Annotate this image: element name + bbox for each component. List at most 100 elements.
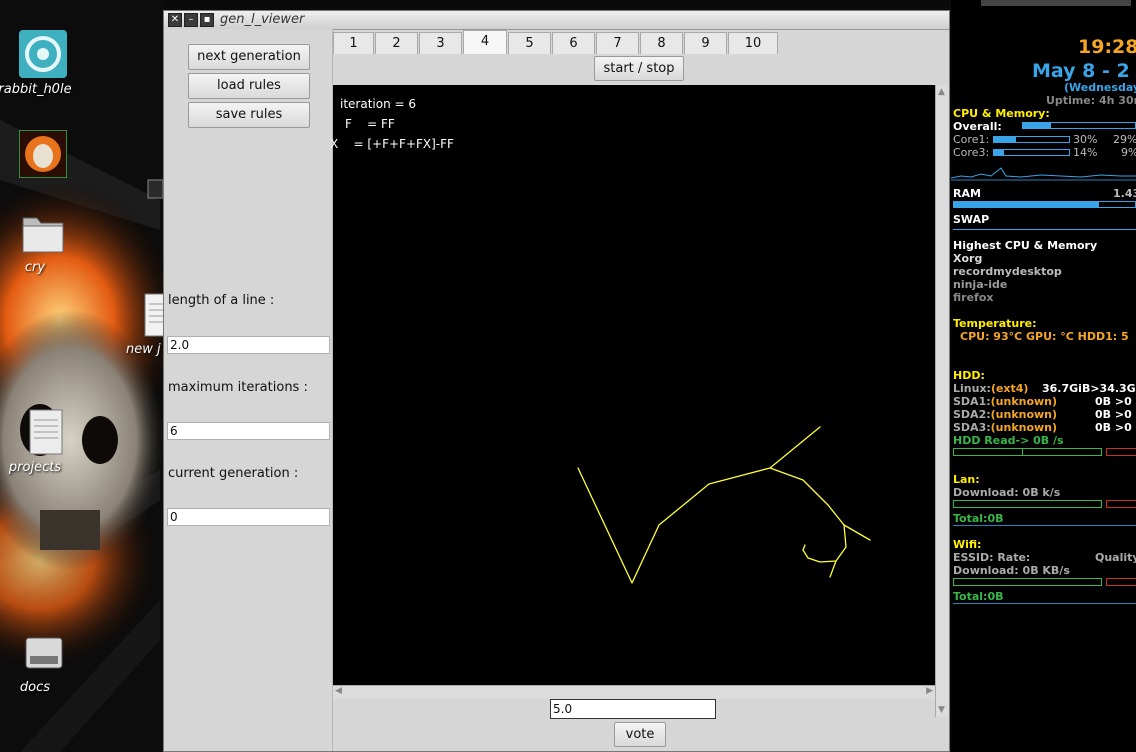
tray-strip — [981, 0, 1131, 6]
scroll-down-icon[interactable]: ▼ — [938, 705, 945, 715]
sda1-label: SDA1: — [953, 395, 991, 408]
core1-label: Core1: — [953, 133, 990, 146]
hdd-write-graph — [1106, 448, 1136, 456]
max-iterations-label: maximum iterations : — [168, 380, 308, 395]
scroll-up-icon[interactable]: ▲ — [938, 87, 945, 97]
lsystem-drawing — [577, 426, 871, 584]
lan-divider — [953, 525, 1136, 526]
linux-label: Linux:(ext4) — [953, 382, 1028, 395]
scroll-right-icon[interactable]: ▶ — [926, 686, 933, 696]
desktop-icon-rabbit-h0le[interactable]: rabbit_h0le — [0, 30, 75, 97]
process-1: Xorg — [953, 252, 983, 265]
ram-value: 1.43 — [1113, 187, 1136, 200]
tab-9[interactable]: 9 — [684, 32, 727, 54]
ram-bar — [953, 201, 1136, 208]
temperature-header: Temperature: — [953, 317, 1037, 330]
sda2-value: 0B >0 — [1095, 408, 1132, 421]
hdd-read: HDD Read-> 0B /s — [953, 434, 1064, 447]
vertical-scrollbar[interactable]: ▲ ▼ — [935, 85, 949, 717]
hdd-header: HDD: — [953, 369, 985, 382]
folder-icon — [22, 217, 64, 253]
sda1-fs: (unknown) — [990, 395, 1058, 408]
current-generation-field[interactable]: 0 — [167, 508, 330, 526]
wifi-divider — [953, 603, 1136, 604]
process-4: firefox — [953, 291, 994, 304]
sda3-label: SDA3: — [953, 421, 991, 434]
tab-6[interactable]: 6 — [552, 32, 595, 54]
wifi-quality: Quality — [1095, 551, 1136, 564]
core3-label: Core3: — [953, 146, 990, 159]
desktop-icon-label: docs — [19, 680, 51, 695]
cpu-memory-header: CPU & Memory: — [953, 107, 1050, 120]
lan-upload-graph — [1106, 500, 1136, 508]
tab-8[interactable]: 8 — [640, 32, 683, 54]
max-iterations-field[interactable]: 6 — [167, 422, 330, 440]
tab-2[interactable]: 2 — [375, 32, 418, 54]
clock-time: 19:28 — [1078, 36, 1136, 58]
horizontal-scrollbar[interactable]: ◀ ▶ — [333, 685, 935, 699]
desktop-icon-image[interactable] — [0, 129, 75, 182]
sda2-fs: (unknown) — [990, 408, 1058, 421]
maximize-icon[interactable]: ▪ — [200, 13, 214, 27]
start-stop-button[interactable]: start / stop — [594, 56, 684, 81]
wifi-download-graph — [953, 578, 1102, 586]
window-titlebar[interactable]: ✕ – ▪ gen_l_viewer — [164, 11, 949, 30]
lsystem-branch — [802, 544, 806, 551]
next-generation-button[interactable]: next generation — [188, 44, 310, 70]
desktop-icon-label: new j — [126, 342, 161, 357]
uptime: Uptime: 4h 30n — [1046, 94, 1136, 107]
system-monitor-panel: 19:28 May 8 - 2 (Wednesday Uptime: 4h 30… — [951, 0, 1136, 752]
save-rules-button[interactable]: save rules — [188, 102, 310, 128]
tab-10[interactable]: 10 — [728, 32, 778, 54]
minimize-icon[interactable]: – — [184, 13, 198, 27]
linux-name: Linux: — [953, 382, 991, 395]
scroll-left-icon[interactable]: ◀ — [335, 686, 342, 696]
lsystem-branch — [843, 524, 871, 541]
core1-value: 30% — [1073, 133, 1098, 146]
tab-3[interactable]: 3 — [419, 32, 462, 54]
highest-header: Highest CPU & Memory — [953, 239, 1098, 252]
sda2-label: SDA2: — [953, 408, 991, 421]
close-icon[interactable]: ✕ — [168, 13, 182, 27]
clock-date: May 8 - 2 — [1032, 60, 1130, 82]
core2-value: 29% — [1113, 133, 1136, 146]
drive-icon — [25, 637, 63, 669]
line-length-field[interactable]: 2.0 — [167, 336, 330, 354]
desktop-icon-label: cry — [24, 260, 46, 275]
overall-bar — [1022, 122, 1136, 129]
desktop-icon-label: rabbit_h0le — [0, 82, 72, 97]
lan-download-graph — [953, 500, 1102, 508]
load-rules-button[interactable]: load rules — [188, 73, 310, 99]
weekday: (Wednesday — [1064, 81, 1136, 94]
flaming-skull-icon — [18, 129, 68, 179]
wifi-essid: ESSID: Rate: — [953, 551, 1031, 564]
linux-fs: (ext4) — [990, 382, 1029, 395]
tab-4[interactable]: 4 — [463, 30, 507, 54]
core3-bar — [993, 149, 1070, 156]
sda3-row: SDA3:(unknown) — [953, 421, 1057, 434]
sda1-value: 0B >0 — [1095, 395, 1132, 408]
vote-value-field[interactable]: 5.0 — [550, 699, 716, 719]
core3-value: 14% — [1073, 146, 1098, 159]
desktop-icon-new-document[interactable]: new j — [105, 292, 163, 357]
document-icon — [29, 409, 63, 455]
left-panel: next generation load rules save rules le… — [164, 29, 333, 751]
tab-7[interactable]: 7 — [596, 32, 639, 54]
hdd-read-graph — [953, 448, 1102, 456]
overall-label: Overall: — [953, 120, 1002, 133]
swap-label: SWAP — [953, 213, 990, 226]
desktop-icon-cry[interactable]: cry — [0, 210, 75, 275]
tab-5[interactable]: 5 — [508, 32, 551, 54]
vote-button[interactable]: vote — [614, 722, 666, 747]
process-2: recordmydesktop — [953, 265, 1062, 278]
window-title: gen_l_viewer — [220, 12, 305, 27]
lsystem-branch — [769, 467, 847, 563]
lsystem-canvas[interactable]: iteration = 6 F = FF X = [+F+F+FX]-FF — [330, 85, 935, 685]
sda1-row: SDA1:(unknown) — [953, 395, 1057, 408]
desktop-icon-docs[interactable]: docs — [0, 632, 75, 695]
cpu-graph — [951, 167, 1136, 181]
tab-1[interactable]: 1 — [333, 32, 374, 54]
desktop-icon-label: projects — [8, 460, 62, 475]
desktop-icon-projects[interactable]: projects — [0, 408, 75, 475]
gen-l-viewer-window: ✕ – ▪ gen_l_viewer next generation load … — [163, 10, 950, 752]
